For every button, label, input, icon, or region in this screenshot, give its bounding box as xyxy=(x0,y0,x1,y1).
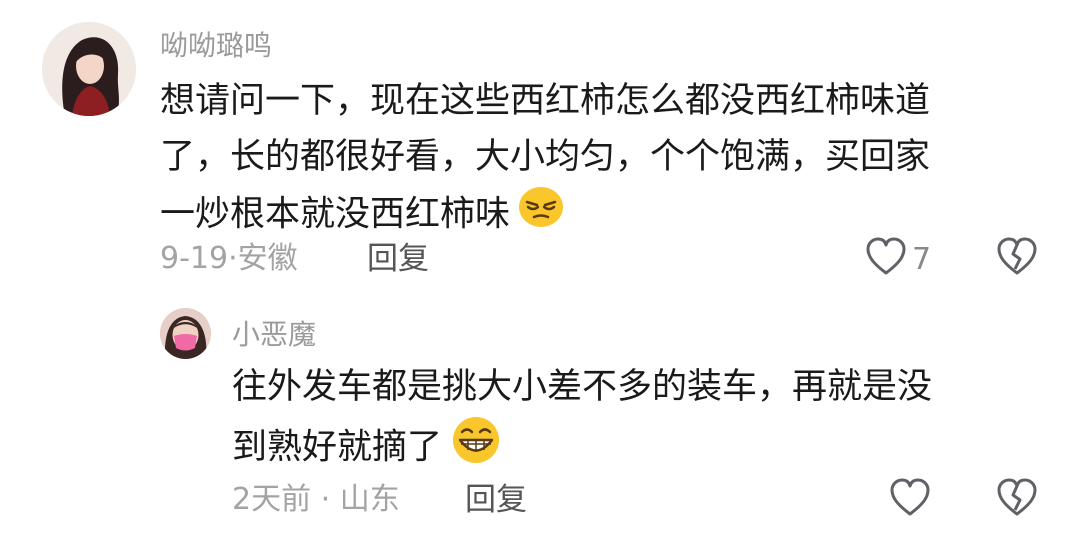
broken-heart-icon xyxy=(995,477,1039,523)
comment-location: 安徽 xyxy=(237,241,298,276)
meta-separator: · xyxy=(320,482,331,517)
comment-date: 9-19 xyxy=(160,241,229,276)
comment-text-line: 想请问一下，现在这些西红柿怎么都没西红柿味道 xyxy=(160,81,931,121)
heart-outline-icon xyxy=(888,477,932,523)
comment-author[interactable]: 呦呦璐鸣 xyxy=(160,29,272,63)
comment-meta: 9-19·安徽 xyxy=(160,241,298,277)
reply-avatar[interactable] xyxy=(160,308,211,359)
comment-text-last: 一炒根本就没西红柿味 xyxy=(160,194,511,235)
comment-reply-button[interactable]: 回复 xyxy=(367,241,429,277)
reply-text-last: 到熟好就摘了 xyxy=(232,427,443,468)
reply-date: 2天前 xyxy=(232,482,312,517)
grinning-face-emoji xyxy=(450,415,502,482)
comment-like-count: 7 xyxy=(912,241,932,277)
comment-text-line: 一炒根本就没西红柿味 xyxy=(160,185,930,246)
portrait-illustration xyxy=(42,22,136,116)
reply-text-line: 到熟好就摘了 xyxy=(232,415,932,482)
comment-avatar[interactable] xyxy=(42,22,136,116)
heart-outline-icon xyxy=(864,236,908,282)
squint-face-emoji xyxy=(518,185,564,246)
reply-text-line: 往外发车都是挑大小差不多的装车，再就是没 xyxy=(232,367,933,407)
reply-like-button[interactable] xyxy=(888,477,932,523)
reply-meta: 2天前 · 山东 xyxy=(232,482,400,518)
reply-dislike-button[interactable] xyxy=(995,477,1039,523)
reply-location: 山东 xyxy=(339,482,400,517)
reply-reply-button[interactable]: 回复 xyxy=(465,482,527,518)
broken-heart-icon xyxy=(995,236,1039,282)
reply-author[interactable]: 小恶魔 xyxy=(232,318,316,352)
masked-portrait xyxy=(160,308,211,359)
comment-text-line: 了，长的都很好看，大小均匀，个个饱满，买回家 xyxy=(160,137,931,177)
comment-like-button[interactable]: 7 xyxy=(864,236,931,282)
meta-separator: · xyxy=(228,241,238,276)
reply-text: 往外发车都是挑大小差不多的装车，再就是没 到熟好就摘了 xyxy=(232,359,932,482)
comment-text: 想请问一下，现在这些西红柿怎么都没西红柿味道 了，长的都很好看，大小均匀，个个饱… xyxy=(160,73,930,246)
comment-dislike-button[interactable] xyxy=(995,236,1039,282)
